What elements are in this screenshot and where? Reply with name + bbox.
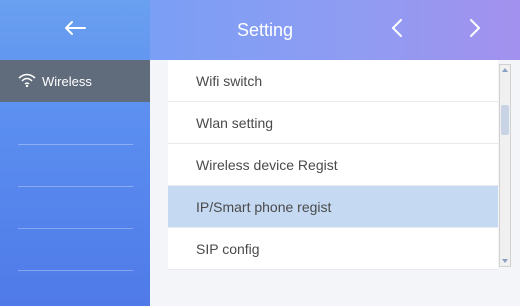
sidebar: Wireless [0,0,150,306]
back-button[interactable] [0,0,150,60]
sidebar-item-wireless[interactable]: Wireless [0,60,150,102]
list-item-label: Wifi switch [196,72,263,89]
list-item-label: Wlan setting [196,114,274,131]
scroll-up-icon[interactable] [500,65,510,75]
list-scrollbar[interactable] [499,64,511,267]
prev-button[interactable] [382,15,412,45]
sidebar-divider [18,144,133,145]
list-item-label: Wireless device Regist [196,156,338,173]
list-item-wireless-device-regist[interactable]: Wireless device Regist [168,144,498,186]
back-arrow-icon [64,20,86,41]
chevron-left-icon [391,18,403,42]
header-bar: Setting [150,0,520,60]
page-title: Setting [236,19,294,40]
scroll-down-icon[interactable] [500,256,510,266]
list-item-label: IP/Smart phone regist [196,198,332,215]
sidebar-divider [18,270,133,271]
next-button[interactable] [460,15,490,45]
list-item-sip-config[interactable]: SIP config [168,228,498,270]
wifi-icon [18,73,42,90]
list-item-wifi-switch[interactable]: Wifi switch [168,60,498,102]
scrollbar-thumb[interactable] [501,105,509,135]
settings-list: Wifi switch Wlan setting Wireless device… [168,60,498,270]
list-item-label: SIP config [196,240,260,257]
sidebar-divider [18,186,133,187]
chevron-right-icon [469,18,481,42]
sidebar-divider [18,228,133,229]
list-item-wlan-setting[interactable]: Wlan setting [168,102,498,144]
list-item-ip-smart-phone-regist[interactable]: IP/Smart phone regist [168,186,498,228]
sidebar-item-label: Wireless [42,73,92,89]
